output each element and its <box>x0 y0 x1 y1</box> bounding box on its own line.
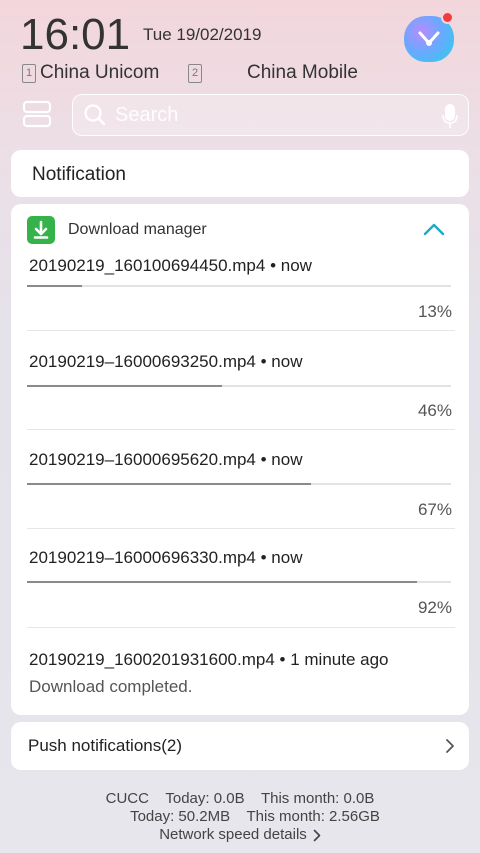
time-label: • now <box>260 450 303 469</box>
download-manager-header: Download manager <box>27 216 447 244</box>
status-area: 16:01 Tue 19/02/2019 1 China Unicom 2 Ch… <box>0 0 480 150</box>
progress-fill <box>27 483 312 485</box>
percent-label: 13% <box>417 302 452 321</box>
carrier-label: China Unicom <box>40 62 160 83</box>
file-name: 20190219–16000693250.mp4 <box>29 352 256 371</box>
percent-label: 46% <box>417 401 452 420</box>
file-name: 20190219_1600201931600.mp4 <box>29 650 275 669</box>
completed-download[interactable]: 20190219_1600201931600.mp4 • 1 minute ag… <box>29 650 389 670</box>
time-label: • 1 minute ago <box>279 650 389 669</box>
divider <box>27 429 455 430</box>
time-label: • now <box>270 256 312 275</box>
notification-title: Notification <box>32 164 126 185</box>
progress-bar <box>27 385 451 387</box>
cucc-usage: CUCC Today: 0.0B This month: 0.0B <box>105 790 375 807</box>
percent-label: 92% <box>417 598 452 617</box>
sim2-carrier: 2 China Mobile <box>188 62 358 84</box>
download-manager-card[interactable]: Download manager 20190219_160100694450.m… <box>11 204 469 715</box>
file-name: 20190219_160100694450.mp4 <box>29 256 266 275</box>
push-notifications-label: Push notifications(2) <box>28 736 183 755</box>
divider <box>27 528 455 529</box>
sim-card-icon: 2 <box>188 63 202 83</box>
search-input[interactable] <box>115 103 415 127</box>
progress-bar <box>27 483 451 485</box>
file-name: 20190219–16000696330.mp4 <box>29 548 256 567</box>
network-speed-label: Network speed details <box>159 826 307 843</box>
notification-header: Notification <box>11 150 469 197</box>
chevron-up-icon[interactable] <box>423 222 445 236</box>
progress-bar <box>27 285 451 287</box>
sim1-carrier: 1 China Unicom <box>22 62 159 84</box>
download-manager-title: Download manager <box>68 221 207 238</box>
file-name: 20190219–16000695620.mp4 <box>29 450 256 469</box>
chevron-right-icon <box>313 829 321 841</box>
quick-settings-toggle[interactable] <box>22 99 52 129</box>
chevron-right-icon <box>446 739 454 753</box>
divider <box>27 627 455 628</box>
push-notifications-row[interactable]: Push notifications(2) <box>11 722 469 770</box>
progress-fill <box>27 385 223 387</box>
search-bar[interactable] <box>72 94 469 136</box>
mobile-usage: Today: 50.2MB This month: 2.56GB <box>130 808 380 825</box>
progress-bar <box>27 581 451 583</box>
progress-fill <box>27 285 83 287</box>
download-icon <box>27 216 55 244</box>
toggle-panel-icon <box>22 100 52 128</box>
network-speed-link[interactable]: Network speed details <box>159 826 321 844</box>
percent-label: 67% <box>417 500 452 519</box>
time-label: • now <box>260 352 303 371</box>
data-usage-footer: CUCC Today: 0.0B This month: 0.0B Today:… <box>0 790 480 844</box>
clock: 16:01 <box>20 10 131 59</box>
notification-badge <box>441 11 454 24</box>
download-status: Download completed. <box>29 677 193 696</box>
divider <box>27 330 455 331</box>
date: Tue 19/02/2019 <box>143 25 262 44</box>
carrier-label: China Mobile <box>247 62 358 83</box>
progress-fill <box>27 581 418 583</box>
share-nodes-icon <box>418 31 440 46</box>
time-label: • now <box>260 548 303 567</box>
search-icon <box>84 104 106 126</box>
microphone-icon[interactable] <box>442 103 458 129</box>
sim-card-icon: 1 <box>22 63 36 83</box>
